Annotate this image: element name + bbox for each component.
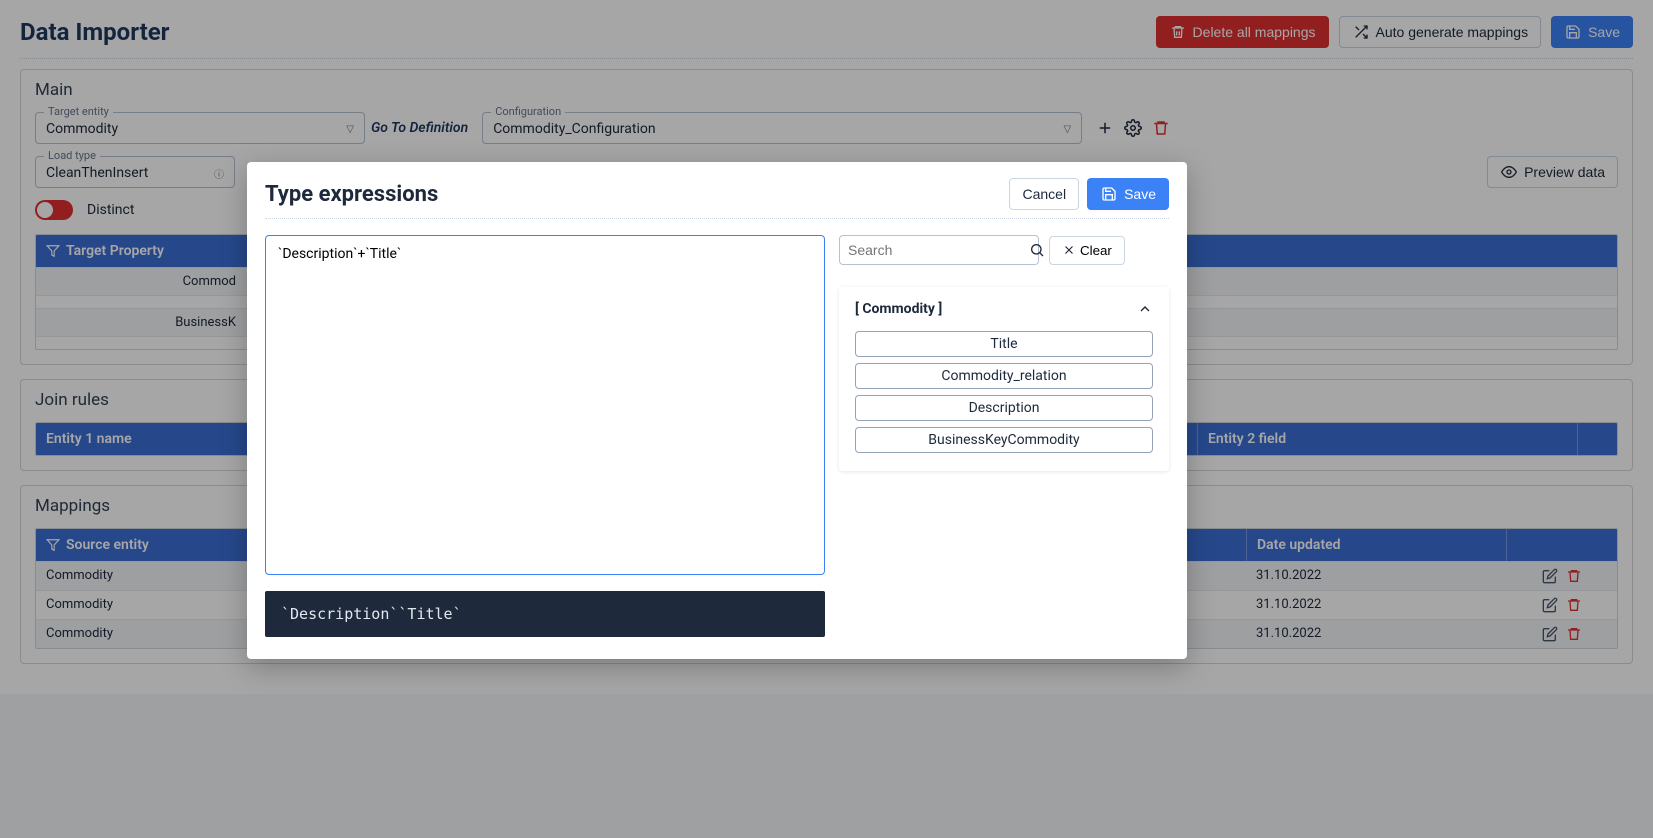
button-label: Clear [1080,243,1112,258]
chevron-up-icon[interactable] [1137,301,1153,317]
expression-preview: `Description``Title` [265,591,825,637]
field-option-title[interactable]: Title [855,331,1153,357]
modal-save-button[interactable]: Save [1087,178,1169,210]
clear-button[interactable]: Clear [1049,236,1125,265]
expression-textarea[interactable] [265,235,825,575]
close-icon [1062,243,1076,257]
type-expressions-modal: Type expressions Cancel Save `Descriptio… [247,162,1187,659]
modal-title: Type expressions [265,182,438,207]
button-label: Save [1124,186,1156,202]
commodity-accordion: [ Commodity ] Title Commodity_relation D… [839,287,1169,471]
search-input[interactable] [848,242,1029,258]
search-icon[interactable] [1029,242,1045,258]
cancel-button[interactable]: Cancel [1009,178,1079,210]
field-option-description[interactable]: Description [855,395,1153,421]
search-input-wrapper [839,235,1039,265]
field-option-commodity-relation[interactable]: Commodity_relation [855,363,1153,389]
save-icon [1100,185,1118,203]
accordion-title: [ Commodity ] [855,301,942,317]
field-option-businesskey[interactable]: BusinessKeyCommodity [855,427,1153,453]
